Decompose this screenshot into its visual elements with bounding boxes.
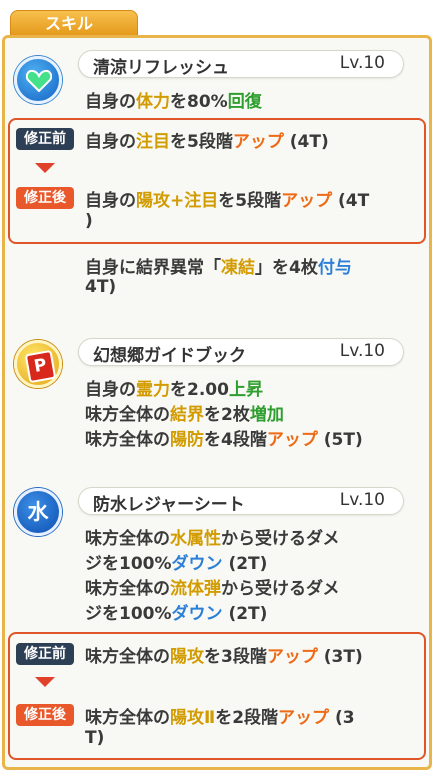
skill-level: Lv.10 bbox=[339, 53, 385, 73]
heart-icon bbox=[14, 56, 62, 104]
skill-3-effect-4: ジを100%ダウン (2T) bbox=[85, 604, 268, 624]
skill-3-effect-2: ジを100%ダウン (2T) bbox=[85, 554, 268, 574]
heart-shape-icon bbox=[26, 70, 52, 92]
skill-name: 清涼リフレッシュ bbox=[93, 58, 229, 78]
p-tile-icon: P bbox=[24, 349, 57, 384]
skill-tab[interactable]: スキル bbox=[10, 10, 138, 36]
after-badge: 修正後 bbox=[16, 187, 74, 209]
skill-1-effect-1: 自身の体力を80%回復 bbox=[85, 92, 262, 112]
after-badge: 修正後 bbox=[16, 704, 74, 726]
skill-3-effect-3: 味方全体の流体弾から受けるダメ bbox=[85, 579, 340, 599]
skill-2-name-bar: 幻想郷ガイドブック Lv.10 bbox=[78, 338, 404, 366]
water-icon: 水 bbox=[14, 488, 62, 536]
skill-2-effect-3: 味方全体の陽防を4段階アップ (5T) bbox=[85, 430, 363, 450]
arrow-down-icon bbox=[35, 677, 55, 687]
skill-1-before-line: 自身の注目を5段階アップ (4T) bbox=[85, 132, 329, 152]
skill-1-extra-2: 4T) bbox=[85, 277, 117, 297]
skill-level: Lv.10 bbox=[339, 490, 385, 510]
before-badge: 修正前 bbox=[16, 643, 74, 665]
skill-3-before-line: 味方全体の陽攻を3段階アップ (3T) bbox=[85, 647, 363, 667]
skill-1-after-line-cont: ) bbox=[85, 211, 93, 231]
skill-level: Lv.10 bbox=[339, 341, 385, 361]
skill-1-extra-1: 自身に結界異常「凍結」を4枚付与 bbox=[85, 258, 352, 278]
skill-1-name-bar: 清涼リフレッシュ Lv.10 bbox=[78, 50, 404, 78]
skill-name: 防水レジャーシート bbox=[93, 495, 245, 515]
before-badge: 修正前 bbox=[16, 128, 74, 150]
skill-1-after-line: 自身の陽攻+注目を5段階アップ (4T bbox=[85, 191, 370, 211]
p-item-icon: P bbox=[14, 340, 62, 388]
skill-3-name-bar: 防水レジャーシート Lv.10 bbox=[78, 487, 404, 515]
skill-3-after-line-cont: T) bbox=[85, 728, 105, 748]
skill-3-after-line: 味方全体の陽攻Ⅱを2段階アップ (3 bbox=[85, 708, 355, 728]
skill-3-effect-1: 味方全体の水属性から受けるダメ bbox=[85, 529, 340, 549]
skill-name: 幻想郷ガイドブック bbox=[93, 346, 246, 366]
arrow-down-icon bbox=[35, 163, 55, 173]
skill-2-effect-2: 味方全体の結界を2枚増加 bbox=[85, 405, 284, 425]
skill-2-effect-1: 自身の霊力を2.00上昇 bbox=[85, 380, 263, 400]
